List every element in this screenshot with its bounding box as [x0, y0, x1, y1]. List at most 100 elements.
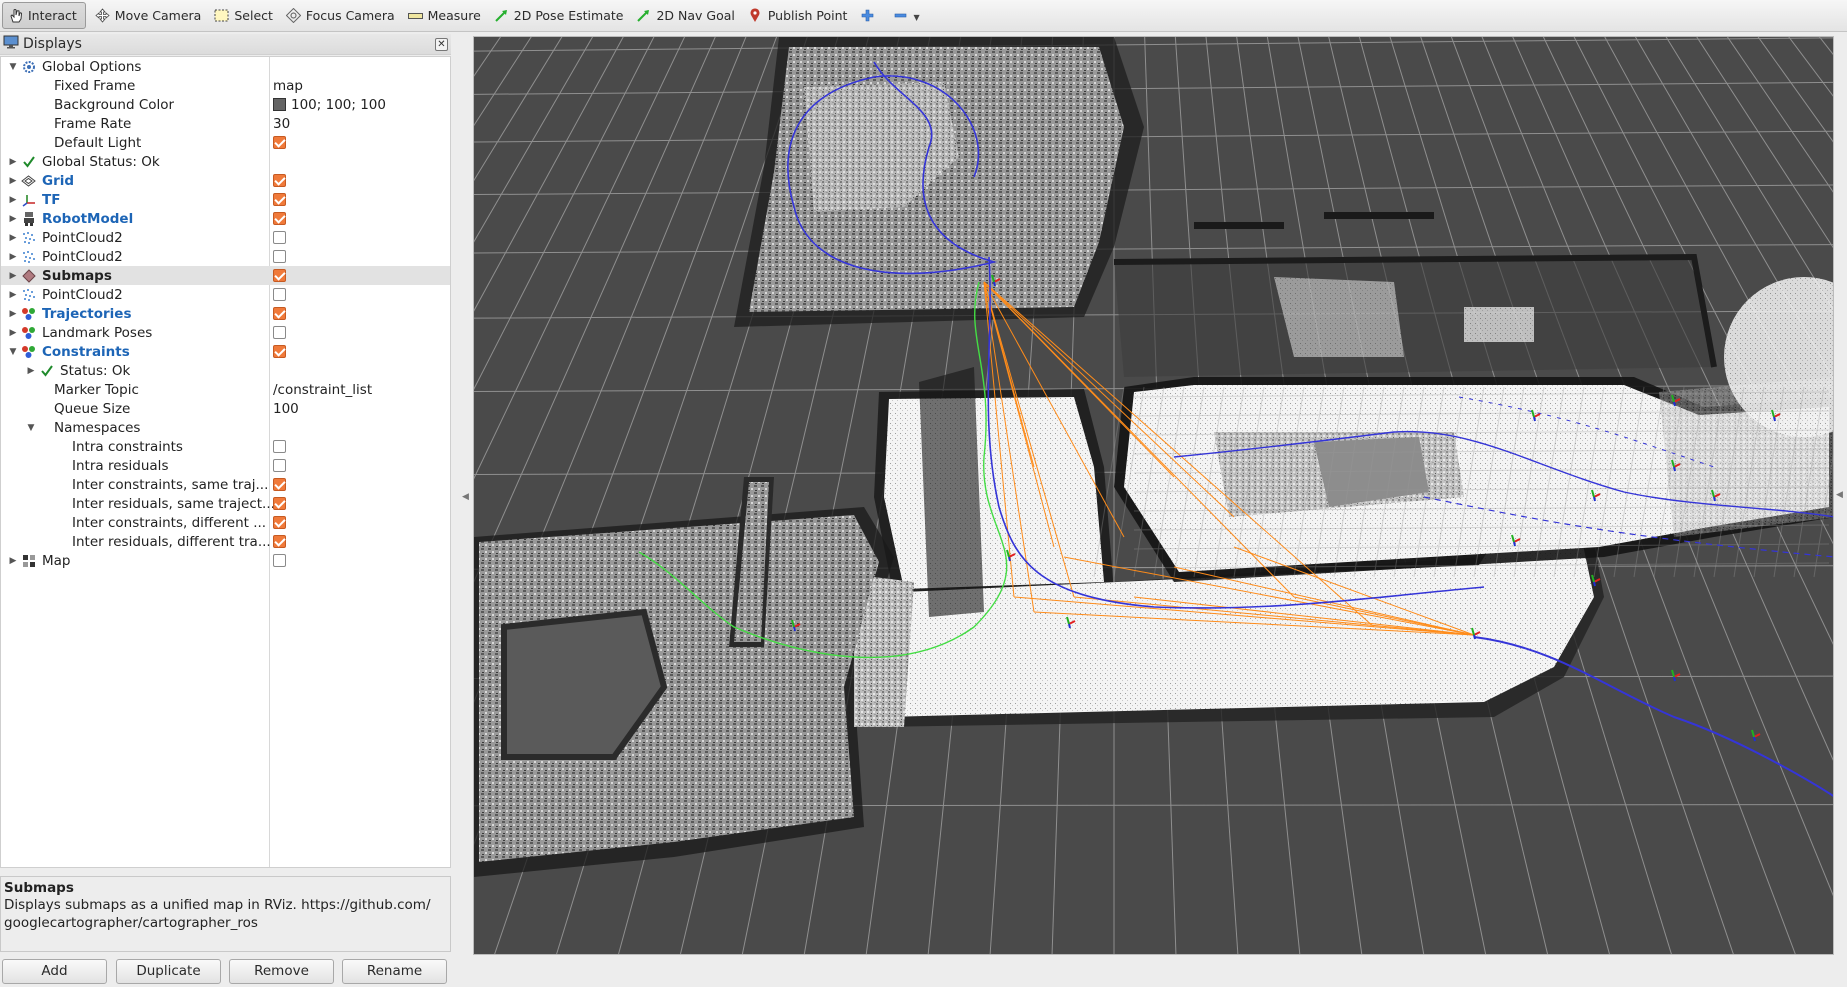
display-tree-row[interactable]: ▶ PointCloud2	[1, 247, 450, 266]
display-value-text[interactable]: 100	[273, 401, 299, 417]
remove-tool-menu-button[interactable]: ▼	[888, 2, 927, 29]
display-value-cell[interactable]: 100; 100; 100	[273, 97, 386, 113]
expand-right-icon[interactable]: ▶	[8, 214, 18, 224]
enable-checkbox[interactable]	[273, 440, 286, 453]
display-value-cell[interactable]	[273, 212, 286, 225]
display-value-cell[interactable]	[273, 440, 286, 453]
display-tree-row[interactable]: Inter residuals, different tra...	[1, 532, 450, 551]
add-tool-button[interactable]	[855, 2, 888, 29]
enable-checkbox[interactable]	[273, 193, 286, 206]
enable-checkbox[interactable]	[273, 288, 286, 301]
rename-button[interactable]: Rename	[342, 959, 447, 984]
enable-checkbox[interactable]	[273, 307, 286, 320]
duplicate-button[interactable]: Duplicate	[116, 959, 221, 984]
move-camera-tool-button[interactable]: Move Camera	[90, 2, 210, 29]
close-icon[interactable]: ✕	[435, 38, 448, 51]
display-tree-row[interactable]: ▶ PointCloud2	[1, 285, 450, 304]
display-value-cell[interactable]	[273, 345, 286, 358]
display-value-text[interactable]: map	[273, 78, 303, 94]
display-value-cell[interactable]	[273, 478, 286, 491]
enable-checkbox[interactable]	[273, 516, 286, 529]
display-tree-row[interactable]: Default Light	[1, 133, 450, 152]
enable-checkbox[interactable]	[273, 212, 286, 225]
display-value-cell[interactable]	[273, 459, 286, 472]
display-tree-row[interactable]: Inter constraints, same traj...	[1, 475, 450, 494]
enable-checkbox[interactable]	[273, 174, 286, 187]
enable-checkbox[interactable]	[273, 535, 286, 548]
display-tree-row[interactable]: Fixed Frame map	[1, 76, 450, 95]
color-swatch[interactable]	[273, 98, 286, 111]
display-value-cell[interactable]	[273, 174, 286, 187]
measure-tool-button[interactable]: Measure	[403, 2, 489, 29]
select-tool-button[interactable]: Select	[209, 2, 281, 29]
nav-goal-tool-button[interactable]: 2D Nav Goal	[631, 2, 742, 29]
collapse-left-icon[interactable]: ◀	[462, 492, 469, 502]
expand-right-icon[interactable]: ▶	[8, 271, 18, 281]
add-button[interactable]: Add	[2, 959, 107, 984]
enable-checkbox[interactable]	[273, 478, 286, 491]
remove-button[interactable]: Remove	[229, 959, 334, 984]
map-scene[interactable]	[474, 37, 1834, 955]
focus-camera-tool-button[interactable]: Focus Camera	[281, 2, 403, 29]
display-value-text[interactable]: 100; 100; 100	[291, 97, 386, 113]
display-tree-row[interactable]: Queue Size 100	[1, 399, 450, 418]
expand-right-icon[interactable]: ▶	[8, 233, 18, 243]
enable-checkbox[interactable]	[273, 459, 286, 472]
display-value-cell[interactable]: 30	[273, 116, 290, 132]
enable-checkbox[interactable]	[273, 231, 286, 244]
display-value-cell[interactable]	[273, 554, 286, 567]
panel-splitter[interactable]: ◀	[458, 34, 472, 957]
display-tree-row[interactable]: ▶ PointCloud2	[1, 228, 450, 247]
display-tree-row[interactable]: Frame Rate 30	[1, 114, 450, 133]
display-tree-row[interactable]: ▼ Namespaces	[1, 418, 450, 437]
expand-right-icon[interactable]: ▶	[8, 556, 18, 566]
enable-checkbox[interactable]	[273, 326, 286, 339]
display-tree-row[interactable]: ▶ Submaps	[1, 266, 450, 285]
expand-right-icon[interactable]: ▶	[8, 157, 18, 167]
display-tree-row[interactable]: ▶ Landmark Poses	[1, 323, 450, 342]
display-value-cell[interactable]	[273, 269, 286, 282]
expand-down-icon[interactable]: ▼	[8, 347, 18, 357]
display-tree-row[interactable]: ▶ Status: Ok	[1, 361, 450, 380]
display-value-cell[interactable]	[273, 307, 286, 320]
display-tree-row[interactable]: ▶ Global Status: Ok	[1, 152, 450, 171]
enable-checkbox[interactable]	[273, 554, 286, 567]
display-value-cell[interactable]	[273, 136, 286, 149]
display-value-cell[interactable]	[273, 193, 286, 206]
display-value-text[interactable]: /constraint_list	[273, 382, 372, 398]
display-value-cell[interactable]	[273, 231, 286, 244]
publish-point-tool-button[interactable]: Publish Point	[743, 2, 856, 29]
display-value-cell[interactable]	[273, 516, 286, 529]
display-tree-row[interactable]: Intra residuals	[1, 456, 450, 475]
expand-down-icon[interactable]: ▼	[8, 62, 18, 72]
display-value-cell[interactable]	[273, 535, 286, 548]
display-tree-row[interactable]: ▶ Map	[1, 551, 450, 570]
expand-right-icon[interactable]: ▶	[26, 366, 36, 376]
display-value-cell[interactable]: /constraint_list	[273, 382, 372, 398]
display-tree-row[interactable]: Inter constraints, different ...	[1, 513, 450, 532]
expand-right-icon[interactable]: ▶	[8, 195, 18, 205]
display-value-cell[interactable]	[273, 250, 286, 263]
expand-down-icon[interactable]: ▼	[26, 423, 36, 433]
display-tree-row[interactable]: ▶ Trajectories	[1, 304, 450, 323]
3d-render-view[interactable]	[473, 36, 1834, 955]
display-value-text[interactable]: 30	[273, 116, 290, 132]
enable-checkbox[interactable]	[273, 497, 286, 510]
expand-right-icon[interactable]: ▶	[8, 309, 18, 319]
expand-right-icon[interactable]: ▶	[8, 252, 18, 262]
display-tree-row[interactable]: ▶ RobotModel	[1, 209, 450, 228]
display-value-cell[interactable]: 100	[273, 401, 299, 417]
pose-estimate-tool-button[interactable]: 2D Pose Estimate	[489, 2, 632, 29]
expand-right-icon[interactable]: ▶	[8, 290, 18, 300]
display-tree-row[interactable]: Inter residuals, same traject...	[1, 494, 450, 513]
enable-checkbox[interactable]	[273, 345, 286, 358]
display-value-cell[interactable]	[273, 288, 286, 301]
interact-tool-button[interactable]: Interact	[2, 2, 86, 29]
display-tree-row[interactable]: ▶ TF	[1, 190, 450, 209]
display-value-cell[interactable]	[273, 326, 286, 339]
display-tree-row[interactable]: Marker Topic/constraint_list	[1, 380, 450, 399]
collapse-right-icon[interactable]: ◀	[1836, 490, 1843, 500]
enable-checkbox[interactable]	[273, 250, 286, 263]
display-tree-row[interactable]: Intra constraints	[1, 437, 450, 456]
expand-right-icon[interactable]: ▶	[8, 328, 18, 338]
